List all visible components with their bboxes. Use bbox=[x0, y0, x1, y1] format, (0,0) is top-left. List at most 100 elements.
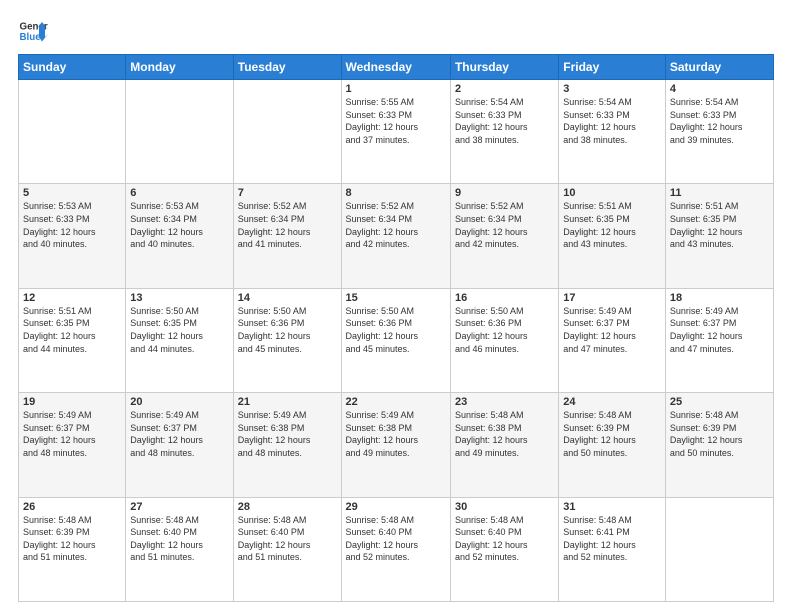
day-info: Sunrise: 5:49 AM Sunset: 6:37 PM Dayligh… bbox=[670, 305, 769, 355]
day-cell: 17Sunrise: 5:49 AM Sunset: 6:37 PM Dayli… bbox=[559, 288, 666, 392]
day-number: 9 bbox=[455, 187, 554, 199]
day-number: 2 bbox=[455, 83, 554, 95]
day-info: Sunrise: 5:48 AM Sunset: 6:39 PM Dayligh… bbox=[23, 514, 121, 564]
day-cell: 15Sunrise: 5:50 AM Sunset: 6:36 PM Dayli… bbox=[341, 288, 450, 392]
day-info: Sunrise: 5:53 AM Sunset: 6:34 PM Dayligh… bbox=[130, 200, 228, 250]
day-number: 4 bbox=[670, 83, 769, 95]
day-number: 14 bbox=[238, 292, 337, 304]
day-info: Sunrise: 5:52 AM Sunset: 6:34 PM Dayligh… bbox=[346, 200, 446, 250]
svg-text:Blue: Blue bbox=[20, 32, 42, 43]
day-cell: 26Sunrise: 5:48 AM Sunset: 6:39 PM Dayli… bbox=[19, 497, 126, 601]
day-number: 28 bbox=[238, 501, 337, 513]
day-number: 6 bbox=[130, 187, 228, 199]
day-cell: 18Sunrise: 5:49 AM Sunset: 6:37 PM Dayli… bbox=[665, 288, 773, 392]
day-number: 20 bbox=[130, 396, 228, 408]
day-number: 31 bbox=[563, 501, 661, 513]
logo: General Blue bbox=[18, 16, 48, 46]
day-info: Sunrise: 5:52 AM Sunset: 6:34 PM Dayligh… bbox=[238, 200, 337, 250]
day-cell: 23Sunrise: 5:48 AM Sunset: 6:38 PM Dayli… bbox=[450, 393, 558, 497]
week-row-1: 1Sunrise: 5:55 AM Sunset: 6:33 PM Daylig… bbox=[19, 80, 774, 184]
day-cell: 27Sunrise: 5:48 AM Sunset: 6:40 PM Dayli… bbox=[126, 497, 233, 601]
header-cell-friday: Friday bbox=[559, 55, 666, 80]
day-number: 8 bbox=[346, 187, 446, 199]
day-cell: 11Sunrise: 5:51 AM Sunset: 6:35 PM Dayli… bbox=[665, 184, 773, 288]
day-cell: 12Sunrise: 5:51 AM Sunset: 6:35 PM Dayli… bbox=[19, 288, 126, 392]
day-info: Sunrise: 5:50 AM Sunset: 6:36 PM Dayligh… bbox=[346, 305, 446, 355]
day-cell: 7Sunrise: 5:52 AM Sunset: 6:34 PM Daylig… bbox=[233, 184, 341, 288]
day-cell: 5Sunrise: 5:53 AM Sunset: 6:33 PM Daylig… bbox=[19, 184, 126, 288]
day-info: Sunrise: 5:49 AM Sunset: 6:38 PM Dayligh… bbox=[346, 409, 446, 459]
day-info: Sunrise: 5:50 AM Sunset: 6:36 PM Dayligh… bbox=[238, 305, 337, 355]
day-info: Sunrise: 5:49 AM Sunset: 6:37 PM Dayligh… bbox=[130, 409, 228, 459]
day-cell: 13Sunrise: 5:50 AM Sunset: 6:35 PM Dayli… bbox=[126, 288, 233, 392]
logo-icon: General Blue bbox=[18, 16, 48, 46]
day-cell: 14Sunrise: 5:50 AM Sunset: 6:36 PM Dayli… bbox=[233, 288, 341, 392]
day-cell: 24Sunrise: 5:48 AM Sunset: 6:39 PM Dayli… bbox=[559, 393, 666, 497]
day-number: 1 bbox=[346, 83, 446, 95]
day-cell: 25Sunrise: 5:48 AM Sunset: 6:39 PM Dayli… bbox=[665, 393, 773, 497]
day-number: 16 bbox=[455, 292, 554, 304]
header-cell-sunday: Sunday bbox=[19, 55, 126, 80]
day-info: Sunrise: 5:48 AM Sunset: 6:38 PM Dayligh… bbox=[455, 409, 554, 459]
day-cell: 6Sunrise: 5:53 AM Sunset: 6:34 PM Daylig… bbox=[126, 184, 233, 288]
day-info: Sunrise: 5:49 AM Sunset: 6:37 PM Dayligh… bbox=[563, 305, 661, 355]
day-number: 21 bbox=[238, 396, 337, 408]
day-number: 12 bbox=[23, 292, 121, 304]
week-row-4: 19 Sunrise: 5:49 AM Sunset: 6:37 PM Dayli… bbox=[19, 393, 774, 497]
day-number: 24 bbox=[563, 396, 661, 408]
day-number: 30 bbox=[455, 501, 554, 513]
day-info: Sunrise: 5:54 AM Sunset: 6:33 PM Dayligh… bbox=[455, 96, 554, 146]
day-cell: 22Sunrise: 5:49 AM Sunset: 6:38 PM Dayli… bbox=[341, 393, 450, 497]
day-number: 19 bbox=[23, 396, 121, 408]
day-cell: 9Sunrise: 5:52 AM Sunset: 6:34 PM Daylig… bbox=[450, 184, 558, 288]
day-number: 5 bbox=[23, 187, 121, 199]
day-info: Sunrise: 5:55 AM Sunset: 6:33 PM Dayligh… bbox=[346, 96, 446, 146]
day-number: 25 bbox=[670, 396, 769, 408]
day-cell: 20Sunrise: 5:49 AM Sunset: 6:37 PM Dayli… bbox=[126, 393, 233, 497]
day-info: Sunrise: 5:48 AM Sunset: 6:40 PM Dayligh… bbox=[455, 514, 554, 564]
day-info: Sunrise: 5:54 AM Sunset: 6:33 PM Dayligh… bbox=[563, 96, 661, 146]
day-info: Sunrise: 5:48 AM Sunset: 6:41 PM Dayligh… bbox=[563, 514, 661, 564]
day-cell: 31Sunrise: 5:48 AM Sunset: 6:41 PM Dayli… bbox=[559, 497, 666, 601]
week-row-5: 26Sunrise: 5:48 AM Sunset: 6:39 PM Dayli… bbox=[19, 497, 774, 601]
day-cell: 10Sunrise: 5:51 AM Sunset: 6:35 PM Dayli… bbox=[559, 184, 666, 288]
day-cell: 1Sunrise: 5:55 AM Sunset: 6:33 PM Daylig… bbox=[341, 80, 450, 184]
day-number: 15 bbox=[346, 292, 446, 304]
day-number: 17 bbox=[563, 292, 661, 304]
day-number: 13 bbox=[130, 292, 228, 304]
day-number: 3 bbox=[563, 83, 661, 95]
day-info: Sunrise: 5:48 AM Sunset: 6:39 PM Dayligh… bbox=[563, 409, 661, 459]
day-info: Sunrise: 5:48 AM Sunset: 6:40 PM Dayligh… bbox=[238, 514, 337, 564]
day-number: 11 bbox=[670, 187, 769, 199]
day-info: Sunrise: 5:48 AM Sunset: 6:40 PM Dayligh… bbox=[130, 514, 228, 564]
day-cell: 4Sunrise: 5:54 AM Sunset: 6:33 PM Daylig… bbox=[665, 80, 773, 184]
day-info: Sunrise: 5:54 AM Sunset: 6:33 PM Dayligh… bbox=[670, 96, 769, 146]
header-cell-tuesday: Tuesday bbox=[233, 55, 341, 80]
day-info: Sunrise: 5:48 AM Sunset: 6:40 PM Dayligh… bbox=[346, 514, 446, 564]
day-number: 7 bbox=[238, 187, 337, 199]
day-cell: 2Sunrise: 5:54 AM Sunset: 6:33 PM Daylig… bbox=[450, 80, 558, 184]
week-row-3: 12Sunrise: 5:51 AM Sunset: 6:35 PM Dayli… bbox=[19, 288, 774, 392]
header-row: SundayMondayTuesdayWednesdayThursdayFrid… bbox=[19, 55, 774, 80]
day-info: Sunrise: 5:51 AM Sunset: 6:35 PM Dayligh… bbox=[23, 305, 121, 355]
header-cell-thursday: Thursday bbox=[450, 55, 558, 80]
day-cell: 29Sunrise: 5:48 AM Sunset: 6:40 PM Dayli… bbox=[341, 497, 450, 601]
day-number: 22 bbox=[346, 396, 446, 408]
day-number: 27 bbox=[130, 501, 228, 513]
day-info: Sunrise: 5:52 AM Sunset: 6:34 PM Dayligh… bbox=[455, 200, 554, 250]
day-cell: 19Sunrise: 5:49 AM Sunset: 6:37 PM Dayli… bbox=[19, 393, 126, 497]
day-cell: 28Sunrise: 5:48 AM Sunset: 6:40 PM Dayli… bbox=[233, 497, 341, 601]
day-cell bbox=[126, 80, 233, 184]
day-cell bbox=[233, 80, 341, 184]
day-cell bbox=[665, 497, 773, 601]
page: General Blue SundayMondayTuesdayWednesda… bbox=[0, 0, 792, 612]
day-cell bbox=[19, 80, 126, 184]
day-info: Sunrise: 5:48 AM Sunset: 6:39 PM Dayligh… bbox=[670, 409, 769, 459]
header-cell-saturday: Saturday bbox=[665, 55, 773, 80]
day-cell: 3Sunrise: 5:54 AM Sunset: 6:33 PM Daylig… bbox=[559, 80, 666, 184]
day-number: 29 bbox=[346, 501, 446, 513]
day-info: Sunrise: 5:50 AM Sunset: 6:36 PM Dayligh… bbox=[455, 305, 554, 355]
day-info: Sunrise: 5:50 AM Sunset: 6:35 PM Dayligh… bbox=[130, 305, 228, 355]
header-cell-wednesday: Wednesday bbox=[341, 55, 450, 80]
day-cell: 30Sunrise: 5:48 AM Sunset: 6:40 PM Dayli… bbox=[450, 497, 558, 601]
